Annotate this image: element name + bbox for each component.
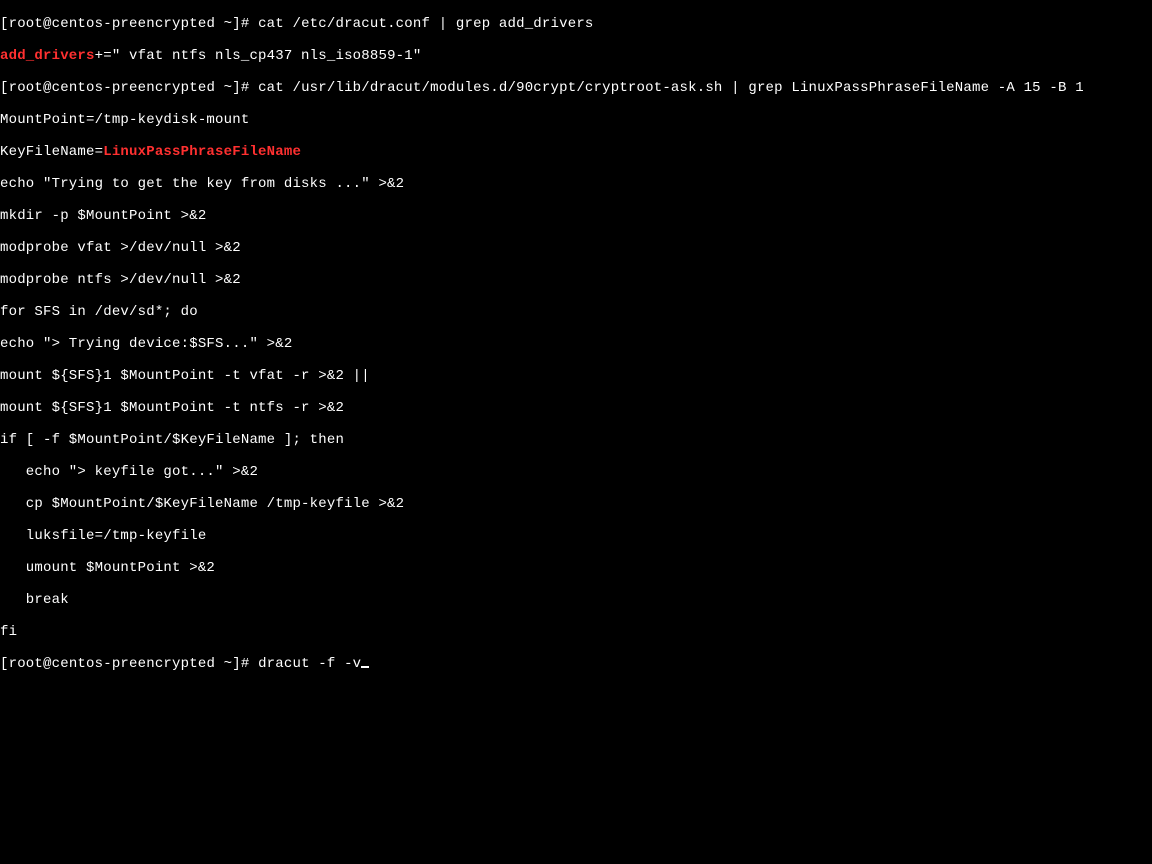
prompt-line-1: [root@centos-preencrypted ~]# cat /etc/d… [0,16,1152,32]
prompt-open: [ [0,80,9,96]
output-line: echo "> keyfile got..." >&2 [0,464,1152,480]
output-text: KeyFileName= [0,144,103,160]
output-line: mount ${SFS}1 $MountPoint -t ntfs -r >&2 [0,400,1152,416]
prompt-cwd: ~]# [215,80,258,96]
grep-highlight: LinuxPassPhraseFileName [103,144,301,160]
output-line: modprobe ntfs >/dev/null >&2 [0,272,1152,288]
output-text: +=" vfat ntfs nls_cp437 nls_iso8859-1" [95,48,422,64]
prompt-cwd: ~]# [215,656,258,672]
command-1: cat /etc/dracut.conf | grep add_drivers [258,16,593,32]
output-line: if [ -f $MountPoint/$KeyFileName ]; then [0,432,1152,448]
terminal[interactable]: [root@centos-preencrypted ~]# cat /etc/d… [0,0,1152,864]
output-line: MountPoint=/tmp-keydisk-mount [0,112,1152,128]
output-line: modprobe vfat >/dev/null >&2 [0,240,1152,256]
output-line: add_drivers+=" vfat ntfs nls_cp437 nls_i… [0,48,1152,64]
command-3: dracut -f -v [258,656,361,672]
prompt-line-3: [root@centos-preencrypted ~]# dracut -f … [0,656,1152,672]
output-line: mkdir -p $MountPoint >&2 [0,208,1152,224]
output-line: luksfile=/tmp-keyfile [0,528,1152,544]
output-line: echo "> Trying device:$SFS..." >&2 [0,336,1152,352]
output-line: mount ${SFS}1 $MountPoint -t vfat -r >&2… [0,368,1152,384]
prompt-open: [ [0,656,9,672]
output-line: cp $MountPoint/$KeyFileName /tmp-keyfile… [0,496,1152,512]
prompt-user: root@centos-preencrypted [9,656,215,672]
prompt-user: root@centos-preencrypted [9,16,215,32]
output-line: KeyFileName=LinuxPassPhraseFileName [0,144,1152,160]
prompt-cwd: ~]# [215,16,258,32]
prompt-open: [ [0,16,9,32]
output-line: echo "Trying to get the key from disks .… [0,176,1152,192]
cursor-icon [361,666,369,668]
grep-highlight: add_drivers [0,48,95,64]
output-line: for SFS in /dev/sd*; do [0,304,1152,320]
output-line: umount $MountPoint >&2 [0,560,1152,576]
output-line: break [0,592,1152,608]
prompt-line-2: [root@centos-preencrypted ~]# cat /usr/l… [0,80,1152,96]
output-line: fi [0,624,1152,640]
prompt-user: root@centos-preencrypted [9,80,215,96]
command-2: cat /usr/lib/dracut/modules.d/90crypt/cr… [258,80,1084,96]
